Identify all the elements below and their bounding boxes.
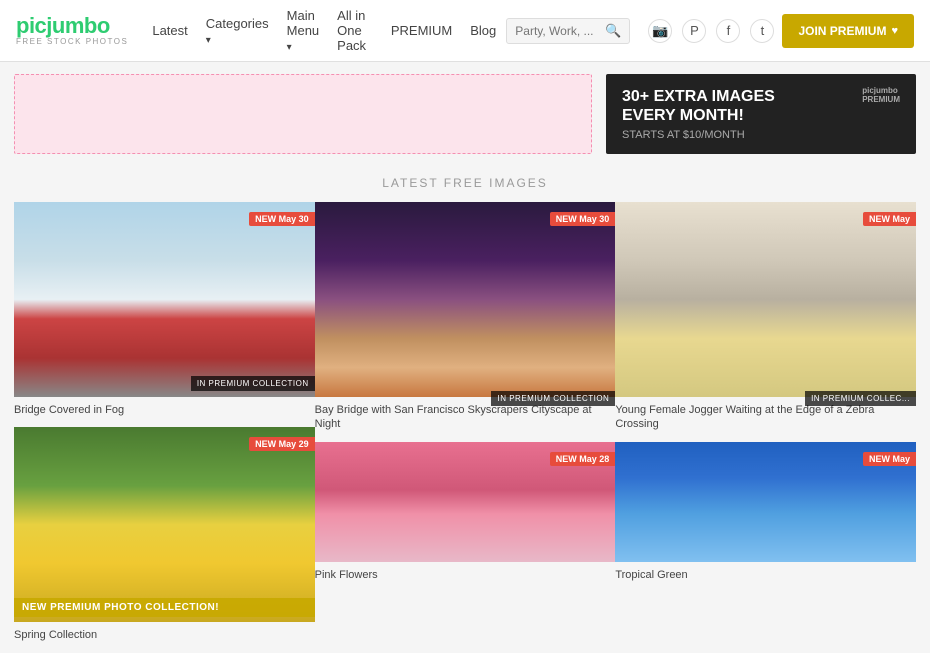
image-grid: NEW May 30 IN PREMIUM COLLECTION Bridge … [0, 202, 930, 653]
nav-main-menu[interactable]: Main Menu [287, 8, 320, 53]
banner-ad-left[interactable] [14, 74, 592, 154]
nav-premium[interactable]: PREMIUM [391, 23, 452, 38]
banner-main-text: 30+ EXTRA IMAGES EVERY MONTH! [622, 87, 775, 125]
main-nav: Latest Categories Main Menu All in One P… [152, 8, 496, 53]
image-card-jogger[interactable]: NEW May IN PREMIUM COLLEC... Young Femal… [615, 202, 916, 442]
nav-latest[interactable]: Latest [152, 23, 187, 38]
nav-all-in-one[interactable]: All in One Pack [337, 8, 373, 53]
social-icons: 📷 P f t [648, 19, 774, 43]
new-badge: NEW May 30 [249, 212, 315, 226]
new-badge-bay: NEW May 30 [550, 212, 616, 226]
collection-badge-jogger: IN PREMIUM COLLEC... [805, 391, 916, 406]
banner-area: 30+ EXTRA IMAGES EVERY MONTH! STARTS AT … [0, 62, 930, 166]
header: picjumbo FREE STOCK PHOTOS Latest Catego… [0, 0, 930, 62]
image-spring [14, 427, 315, 622]
image-col-2: NEW May 30 IN PREMIUM COLLECTION Bay Bri… [315, 202, 616, 653]
banner-logo: picjumbo PREMIUM [862, 86, 900, 104]
search-bar[interactable]: 🔍 [506, 18, 630, 44]
image-col-3: NEW May IN PREMIUM COLLEC... Young Femal… [615, 202, 916, 653]
image-title-bridge: Bridge Covered in Fog [14, 397, 315, 427]
premium-overlay: NEW PREMIUM PHOTO COLLECTION! [14, 598, 315, 617]
image-card-bridge-fog[interactable]: NEW May 30 IN PREMIUM COLLECTION Bridge … [14, 202, 315, 427]
collection-badge: IN PREMIUM COLLECTION [191, 376, 315, 391]
logo[interactable]: picjumbo FREE STOCK PHOTOS [16, 15, 128, 46]
logo-sub: FREE STOCK PHOTOS [16, 37, 128, 46]
facebook-icon[interactable]: f [716, 19, 740, 43]
image-title-pink: Pink Flowers [315, 562, 616, 592]
image-bridge-fog [14, 202, 315, 397]
image-card-tropical[interactable]: NEW May Tropical Green [615, 442, 916, 592]
instagram-icon[interactable]: 📷 [648, 19, 672, 43]
image-bay-bridge [315, 202, 616, 397]
search-input[interactable] [515, 24, 605, 38]
new-badge-pink: NEW May 28 [550, 452, 616, 466]
banner-text: 30+ EXTRA IMAGES EVERY MONTH! STARTS AT … [622, 87, 775, 141]
join-premium-button[interactable]: JOIN PREMIUM [782, 14, 914, 48]
image-card-pink-flowers[interactable]: NEW May 28 Pink Flowers [315, 442, 616, 592]
new-badge-jogger: NEW May [863, 212, 916, 226]
nav-blog[interactable]: Blog [470, 23, 496, 38]
nav-categories[interactable]: Categories [206, 16, 269, 46]
new-badge-tropical: NEW May [863, 452, 916, 466]
twitter-icon[interactable]: t [750, 19, 774, 43]
collection-badge-bay: IN PREMIUM COLLECTION [491, 391, 615, 406]
new-badge-spring: NEW May 29 [249, 437, 315, 451]
logo-text: picjumbo [16, 15, 128, 37]
image-jogger [615, 202, 916, 397]
banner-sub-text: STARTS AT $10/MONTH [622, 129, 775, 141]
pinterest-icon[interactable]: P [682, 19, 706, 43]
image-title-tropical: Tropical Green [615, 562, 916, 592]
image-title-spring: Spring Collection [14, 622, 315, 652]
banner-premium-right[interactable]: 30+ EXTRA IMAGES EVERY MONTH! STARTS AT … [606, 74, 916, 154]
image-card-bay-bridge[interactable]: NEW May 30 IN PREMIUM COLLECTION Bay Bri… [315, 202, 616, 442]
image-col-1: NEW May 30 IN PREMIUM COLLECTION Bridge … [14, 202, 315, 653]
section-title: LATEST FREE IMAGES [0, 166, 930, 202]
search-icon[interactable]: 🔍 [605, 23, 621, 39]
